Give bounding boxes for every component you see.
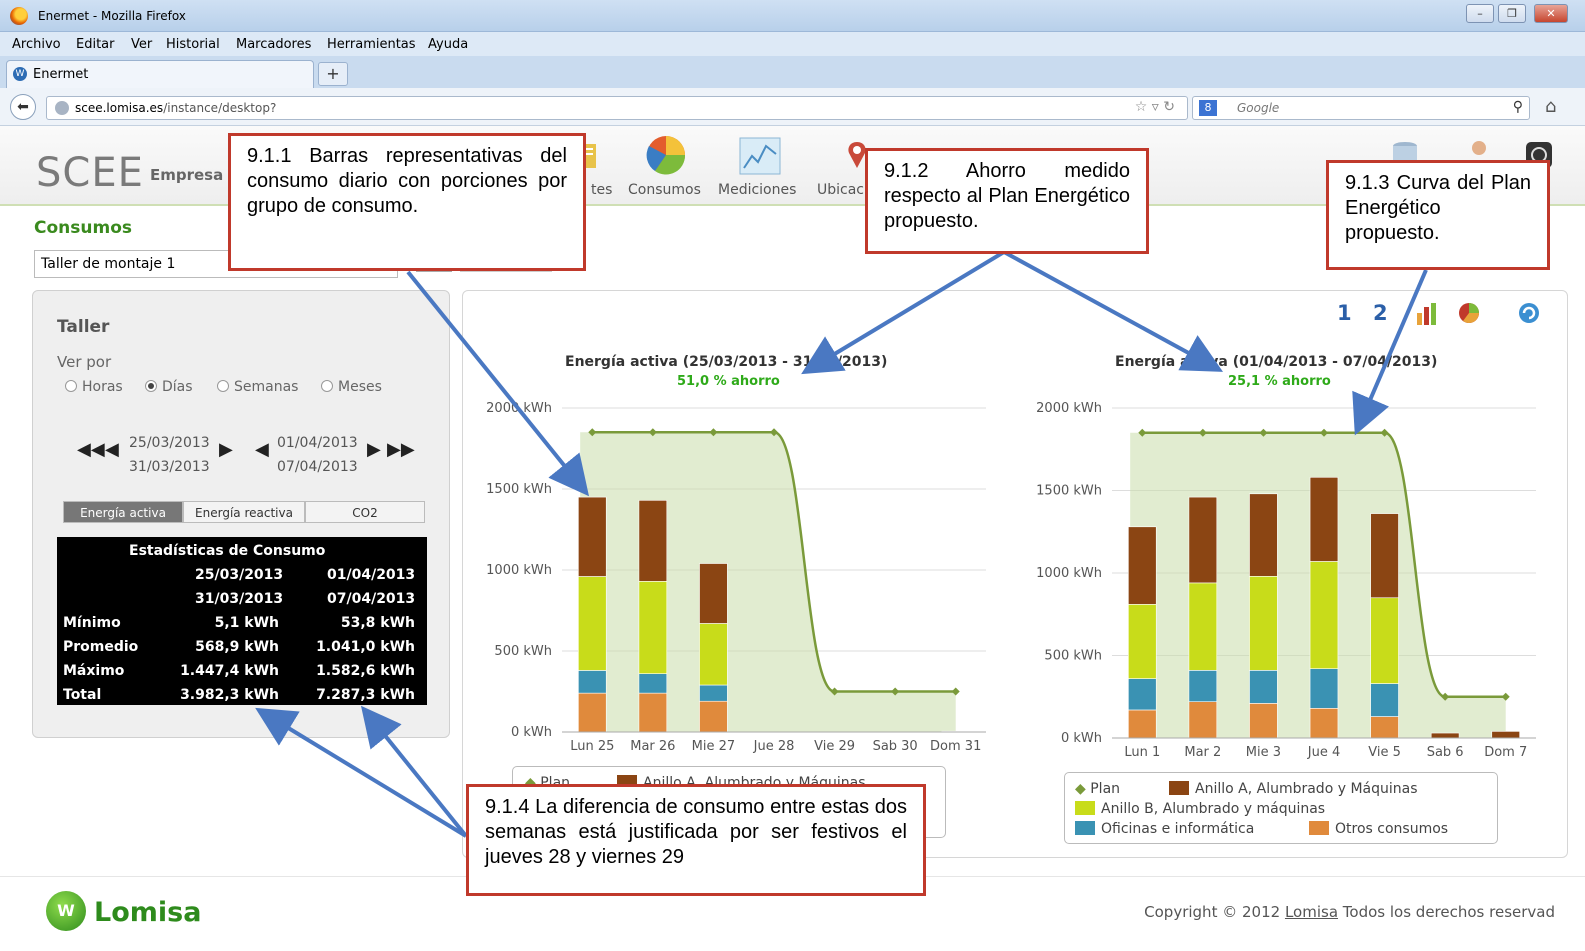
chart1-bar-segment: [578, 670, 607, 694]
chart2-bar-segment: [1128, 526, 1157, 605]
chart2-bar-segment: [1249, 703, 1278, 739]
chart2-bar-segment: [1188, 701, 1218, 739]
chart1-x-tick-label: Vie 29: [814, 739, 855, 754]
legend-swatch: [1309, 821, 1329, 835]
chart1-bar-segment: [578, 576, 607, 671]
chart1-bar-segment: [578, 496, 607, 577]
chart1-title: Energía activa (25/03/2013 - 31/03/2013): [565, 354, 888, 370]
chart1-bar-segment: [699, 563, 728, 624]
chart1-bar-segment: [638, 673, 668, 694]
chart2-bar-segment: [1188, 582, 1218, 671]
chart2-y-tick-label: 500 kWh: [1044, 649, 1102, 664]
legend-plan[interactable]: ◆ Plan: [1075, 781, 1120, 797]
legend-swatch: [1075, 821, 1095, 835]
chart2-bar-segment: [1188, 496, 1218, 584]
chart2-x-tick-label: Mie 3: [1246, 745, 1281, 760]
chart2-title: Energía activa (01/04/2013 - 07/04/2013): [1115, 354, 1438, 370]
chart2-bar-segment: [1370, 716, 1399, 739]
legend-oficinas[interactable]: Oficinas e informática: [1075, 821, 1254, 837]
chart1-bar-segment: [699, 684, 728, 702]
copyright-text: Copyright © 2012 Lomisa Todos los derech…: [1144, 903, 1555, 921]
legend-swatch: [1169, 781, 1189, 795]
chart2-bar-segment: [1128, 709, 1157, 739]
chart1-bar-segment: [638, 581, 668, 674]
chart1-x-tick-label: Mie 27: [692, 739, 736, 754]
chart2-bar-segment: [1309, 561, 1339, 670]
chart2-x-tick-label: Mar 2: [1184, 745, 1221, 760]
chart1-bar-segment: [638, 500, 668, 582]
chart2-savings: 25,1 % ahorro: [1228, 374, 1331, 389]
chart2-bar-segment: [1188, 670, 1218, 702]
chart1-x-tick-label: Dom 31: [930, 739, 981, 754]
chart1-bar-segment: [699, 700, 728, 733]
chart2-bar-segment: [1430, 732, 1460, 739]
chart1-bar-segment: [699, 623, 728, 686]
chart2-bar-segment: [1370, 683, 1399, 717]
annotation-9-1-4: 9.1.4 La diferencia de consumo entre est…: [466, 784, 926, 896]
chart2-bar-segment: [1249, 670, 1278, 704]
legend-swatch: [1075, 801, 1095, 815]
legend-otros[interactable]: Otros consumos: [1309, 821, 1448, 837]
chart2-bar-segment: [1309, 707, 1339, 739]
chart2-x-tick-label: Dom 7: [1484, 745, 1527, 760]
annotation-9-1-3: 9.1.3 Curva del Plan Energético propuest…: [1326, 160, 1550, 270]
chart2-y-tick-label: 2000 kWh: [1036, 401, 1102, 416]
chart1-y-tick-label: 1000 kWh: [486, 563, 552, 578]
chart1-y-tick-label: 0 kWh: [511, 725, 552, 740]
chart2-bar-segment: [1309, 476, 1339, 562]
chart1-bar-segment: [578, 692, 607, 733]
lomisa-logo-text: Lomisa: [94, 897, 202, 928]
chart2-bar-segment: [1370, 513, 1399, 599]
chart2-y-tick-label: 1000 kWh: [1036, 566, 1102, 581]
chart2-y-tick-label: 1500 kWh: [1036, 484, 1102, 499]
chart1-y-tick-label: 2000 kWh: [486, 401, 552, 416]
chart2-legend: ◆ Plan Anillo A, Alumbrado y Máquinas An…: [1064, 772, 1498, 844]
chart2-bar-segment: [1249, 575, 1278, 671]
chart1-y-tick-label: 1500 kWh: [486, 482, 552, 497]
lomisa-link[interactable]: Lomisa: [1285, 903, 1338, 921]
chart2-x-tick-label: Jue 4: [1307, 745, 1340, 760]
chart1-plan-area: [580, 432, 956, 732]
lomisa-logo-icon: W: [46, 891, 86, 931]
chart2-bar-segment: [1309, 668, 1339, 709]
chart2-bar-segment: [1128, 604, 1157, 679]
chart2-x-tick-label: Lun 1: [1124, 745, 1160, 760]
chart1-savings: 51,0 % ahorro: [677, 374, 780, 389]
chart1-x-tick-label: Sab 30: [873, 739, 918, 754]
chart2-x-tick-label: Sab 6: [1427, 745, 1464, 760]
chart2-bar-segment: [1370, 597, 1399, 684]
chart2-bar-segment: [1249, 493, 1278, 577]
legend-anillo-b[interactable]: Anillo B, Alumbrado y máquinas: [1075, 801, 1325, 817]
chart1-x-tick-label: Jue 28: [753, 739, 795, 754]
annotation-9-1-2: 9.1.2 Ahorro medido respecto al Plan Ene…: [865, 148, 1149, 254]
legend-anillo-a[interactable]: Anillo A, Alumbrado y Máquinas: [1169, 781, 1418, 797]
chart2-bar-segment: [1491, 731, 1520, 739]
chart2-bar-segment: [1128, 678, 1157, 711]
chart1-y-tick-label: 500 kWh: [494, 644, 552, 659]
chart2-x-tick-label: Vie 5: [1368, 745, 1401, 760]
chart1-bar-segment: [638, 692, 668, 733]
chart1-x-tick-label: Mar 26: [630, 739, 675, 754]
chart2-y-tick-label: 0 kWh: [1061, 731, 1102, 746]
chart1-x-tick-label: Lun 25: [570, 739, 614, 754]
annotation-9-1-1: 9.1.1 Barras representativas del consumo…: [228, 133, 586, 271]
